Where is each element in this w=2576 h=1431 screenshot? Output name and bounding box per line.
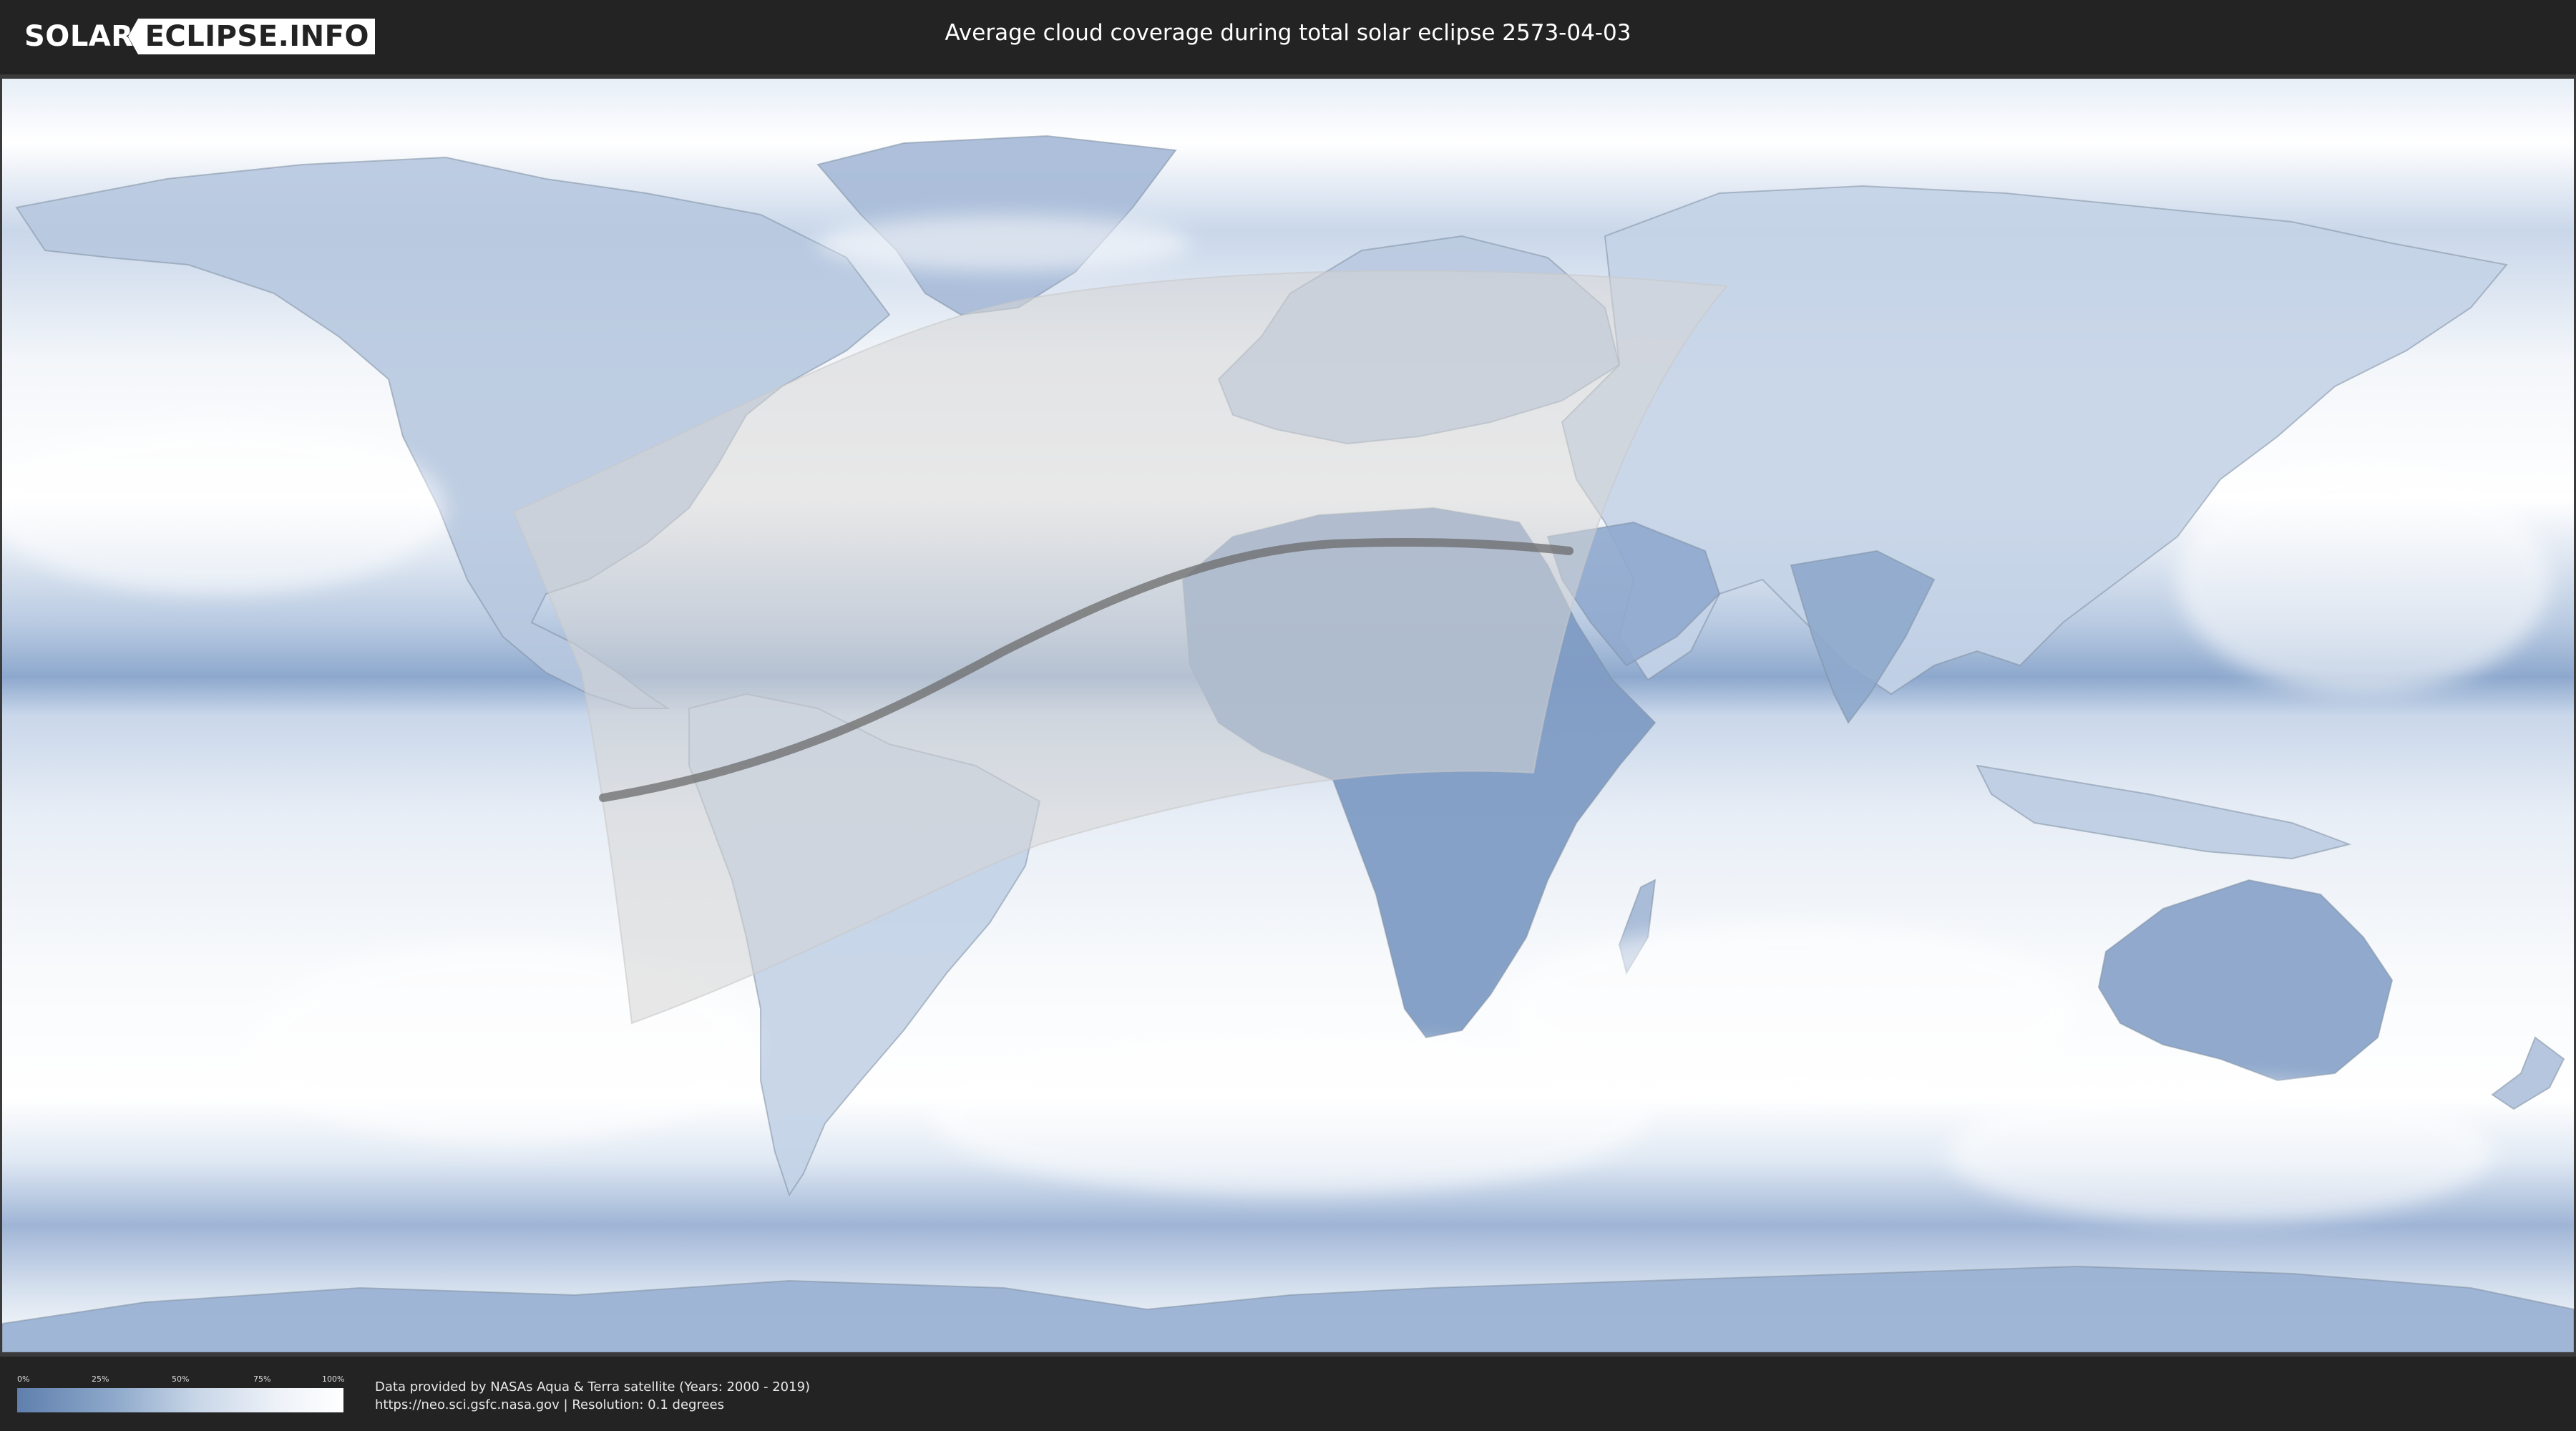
legend-tick-25: 25% [92, 1374, 109, 1384]
credits-line-url[interactable]: https://neo.sci.gsfc.nasa.gov | Resoluti… [375, 1396, 810, 1414]
legend-tick-50: 50% [172, 1374, 190, 1384]
legend-tick-0: 0% [17, 1374, 30, 1384]
page-title: Average cloud coverage during total sola… [945, 20, 1631, 46]
header-bar: SOLAR ECLIPSE.INFO Average cloud coverag… [0, 0, 2576, 72]
legend-tick-labels: 0% 25% 50% 75% 100% [17, 1374, 345, 1384]
legend-color-bar [17, 1388, 343, 1412]
legend-tick-100: 100% [322, 1374, 345, 1384]
legend-tick-75: 75% [253, 1374, 271, 1384]
data-credits: Data provided by NASAs Aqua & Terra sate… [375, 1378, 810, 1414]
credits-line-source: Data provided by NASAs Aqua & Terra sate… [375, 1379, 811, 1395]
cloud-coverage-map[interactable] [2, 79, 2574, 1352]
